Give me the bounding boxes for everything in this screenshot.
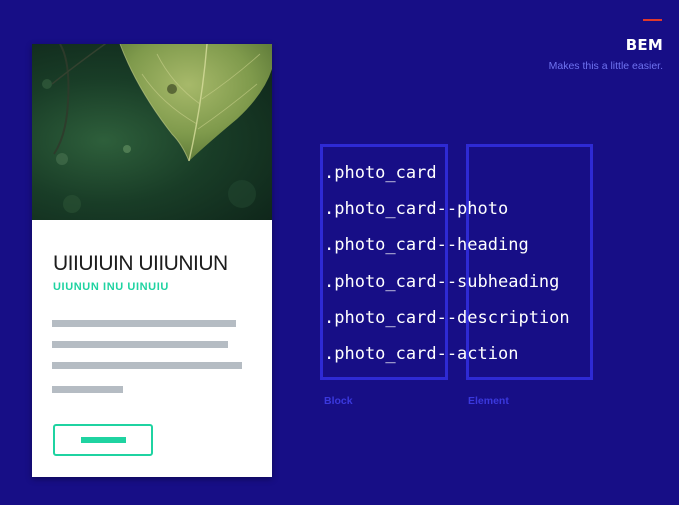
element-label: Element [468,395,509,407]
class-name-heading: .photo_card--heading [324,235,529,256]
description-line [52,386,123,393]
class-name-subheading: .photo_card--subheading [324,271,560,292]
description-line [52,341,228,348]
description-line [52,362,242,369]
class-name-list: .photo_card .photo_card--photo .photo_ca… [324,161,570,378]
class-name-photo: .photo_card--photo [324,199,509,220]
photo-card-photo [32,44,272,220]
block-label: Block [324,395,353,407]
page-title: BEM [625,36,663,54]
class-name-description: .photo_card--description [324,307,570,328]
photo-card-subheading: UIUNUN INU UINUIU [53,281,169,293]
class-name-action: .photo_card--action [324,343,519,364]
leaf-photo-icon [42,44,272,213]
description-line [52,320,236,327]
photo-card: UIIUIUIN UIIUNIUN UIUNUN INU UINUIU [32,44,272,477]
action-label-placeholder [81,437,126,443]
photo-card-action-button[interactable] [53,424,153,456]
photo-card-heading: UIIUIUIN UIIUNIUN [53,252,228,275]
accent-dash [643,19,662,21]
class-name-block: .photo_card [324,163,437,183]
page-subtitle: Makes this a little easier. [548,60,663,72]
